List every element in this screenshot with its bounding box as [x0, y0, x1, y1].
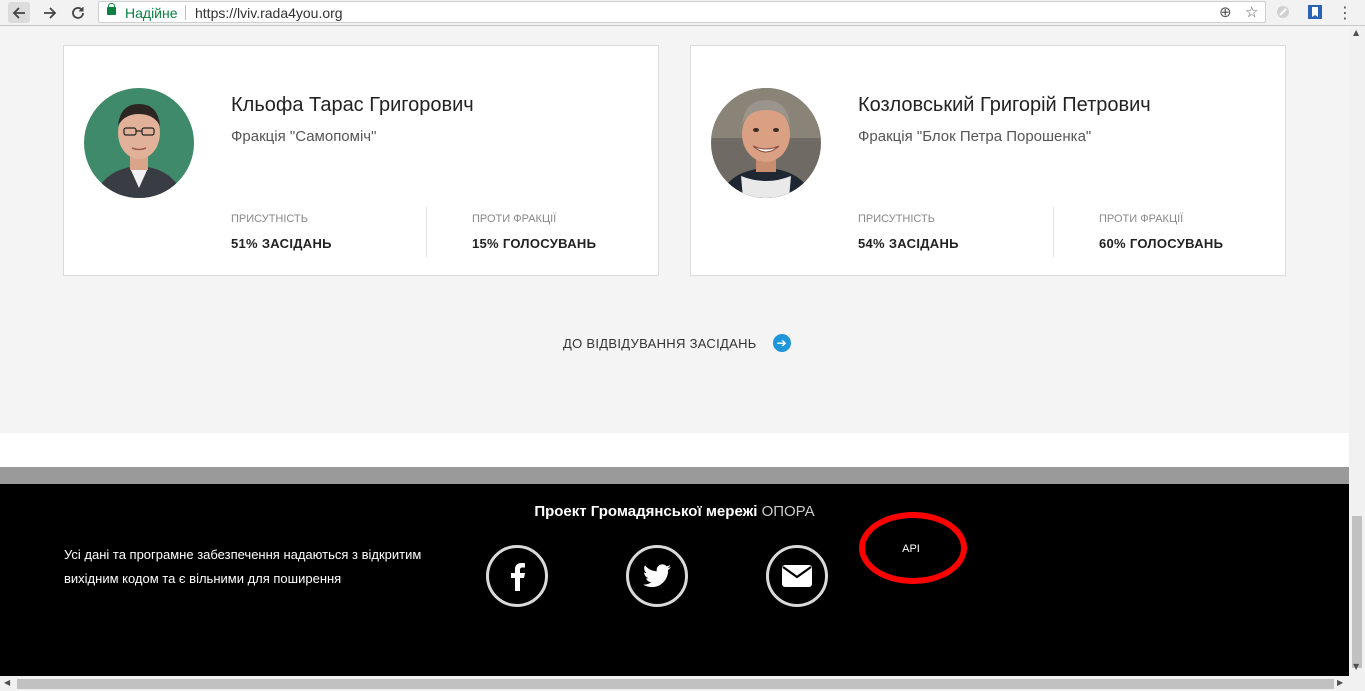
- opora-link[interactable]: ОПОРА: [762, 503, 815, 520]
- footer-top-band: [0, 467, 1349, 484]
- secure-label: Надійне: [125, 5, 178, 21]
- reload-icon: [72, 6, 84, 19]
- deputy-name[interactable]: Кльофа Тарас Григорович: [231, 94, 474, 117]
- attendance-link[interactable]: ДО ВІДВІДУВАННЯ ЗАСІДАНЬ ➔: [563, 334, 791, 352]
- open-source-disclaimer: Усі дані та програмне забезпечення надаю…: [64, 547, 422, 586]
- against-faction-label: ПРОТИ ФРАКЦІЇ: [472, 213, 557, 225]
- deputy-faction: Фракція "Блок Петра Порошенка": [858, 128, 1092, 145]
- facebook-button[interactable]: [486, 545, 548, 607]
- stat-divider: [1053, 207, 1054, 257]
- deputy-card[interactable]: Козловський Григорій Петрович Фракція "Б…: [690, 45, 1286, 276]
- extension-icon[interactable]: [1274, 3, 1292, 21]
- lock-icon: [107, 3, 116, 15]
- facebook-icon: [511, 563, 525, 591]
- vertical-scrollbar[interactable]: ▲ ▼: [1349, 26, 1365, 691]
- envelope-icon: [782, 565, 812, 587]
- email-button[interactable]: [766, 545, 828, 607]
- attendance-label: ПРИСУТНІСТЬ: [858, 213, 935, 225]
- twitter-icon: [643, 564, 671, 588]
- forward-arrow-icon: [44, 6, 57, 19]
- deputy-faction: Фракція "Самопоміч": [231, 128, 377, 145]
- zoom-icon[interactable]: ⊕: [1219, 3, 1232, 21]
- project-credit-prefix: Проект Громадянської мережі: [534, 503, 758, 520]
- attendance-value: 54% ЗАСІДАНЬ: [858, 236, 959, 251]
- forward-button[interactable]: [39, 2, 61, 23]
- horizontal-scrollbar[interactable]: ◀ ▶: [0, 676, 1349, 691]
- vertical-scroll-thumb[interactable]: [1352, 516, 1362, 668]
- arrow-right-circle-icon[interactable]: ➔: [772, 334, 791, 352]
- back-button[interactable]: [8, 2, 30, 23]
- scroll-up-icon[interactable]: ▲: [1353, 28, 1359, 37]
- deputy-card[interactable]: Кльофа Тарас Григорович Фракція "Самопом…: [63, 45, 659, 276]
- twitter-button[interactable]: [626, 545, 688, 607]
- address-divider: [185, 5, 186, 20]
- attendance-link-label[interactable]: ДО ВІДВІДУВАННЯ ЗАСІДАНЬ: [563, 336, 757, 351]
- url-text[interactable]: https://lviv.rada4you.org: [195, 5, 343, 21]
- attendance-label: ПРИСУТНІСТЬ: [231, 213, 308, 225]
- browser-toolbar: Надійне https://lviv.rada4you.org ⊕ ☆ ⋮: [0, 0, 1365, 26]
- attendance-value: 51% ЗАСІДАНЬ: [231, 236, 332, 251]
- bookmark-extension-icon[interactable]: [1306, 3, 1324, 21]
- scroll-down-icon[interactable]: ▼: [1353, 662, 1359, 671]
- page-bottom-spacer: [0, 433, 1349, 467]
- scroll-left-icon[interactable]: ◀: [4, 678, 10, 687]
- against-faction-value: 60% ГОЛОСУВАНЬ: [1099, 236, 1224, 251]
- address-bar[interactable]: Надійне https://lviv.rada4you.org ⊕ ☆: [98, 1, 1266, 23]
- reload-button[interactable]: [67, 2, 89, 23]
- avatar: [711, 88, 821, 198]
- bookmark-star-icon[interactable]: ☆: [1245, 3, 1258, 21]
- deputy-name[interactable]: Козловський Григорій Петрович: [858, 94, 1151, 117]
- avatar: [84, 88, 194, 198]
- project-credit: Проект Громадянської мережі ОПОРА: [0, 503, 1349, 520]
- footer: Проект Громадянської мережі ОПОРА Усі да…: [0, 484, 1349, 676]
- api-highlight-annotation: [859, 512, 967, 584]
- stat-divider: [426, 207, 427, 257]
- horizontal-scroll-thumb[interactable]: [17, 679, 1334, 689]
- against-faction-label: ПРОТИ ФРАКЦІЇ: [1099, 213, 1184, 225]
- back-arrow-icon: [12, 6, 25, 19]
- against-faction-value: 15% ГОЛОСУВАНЬ: [472, 236, 597, 251]
- scroll-right-icon[interactable]: ▶: [1337, 678, 1343, 687]
- menu-icon[interactable]: ⋮: [1336, 3, 1354, 22]
